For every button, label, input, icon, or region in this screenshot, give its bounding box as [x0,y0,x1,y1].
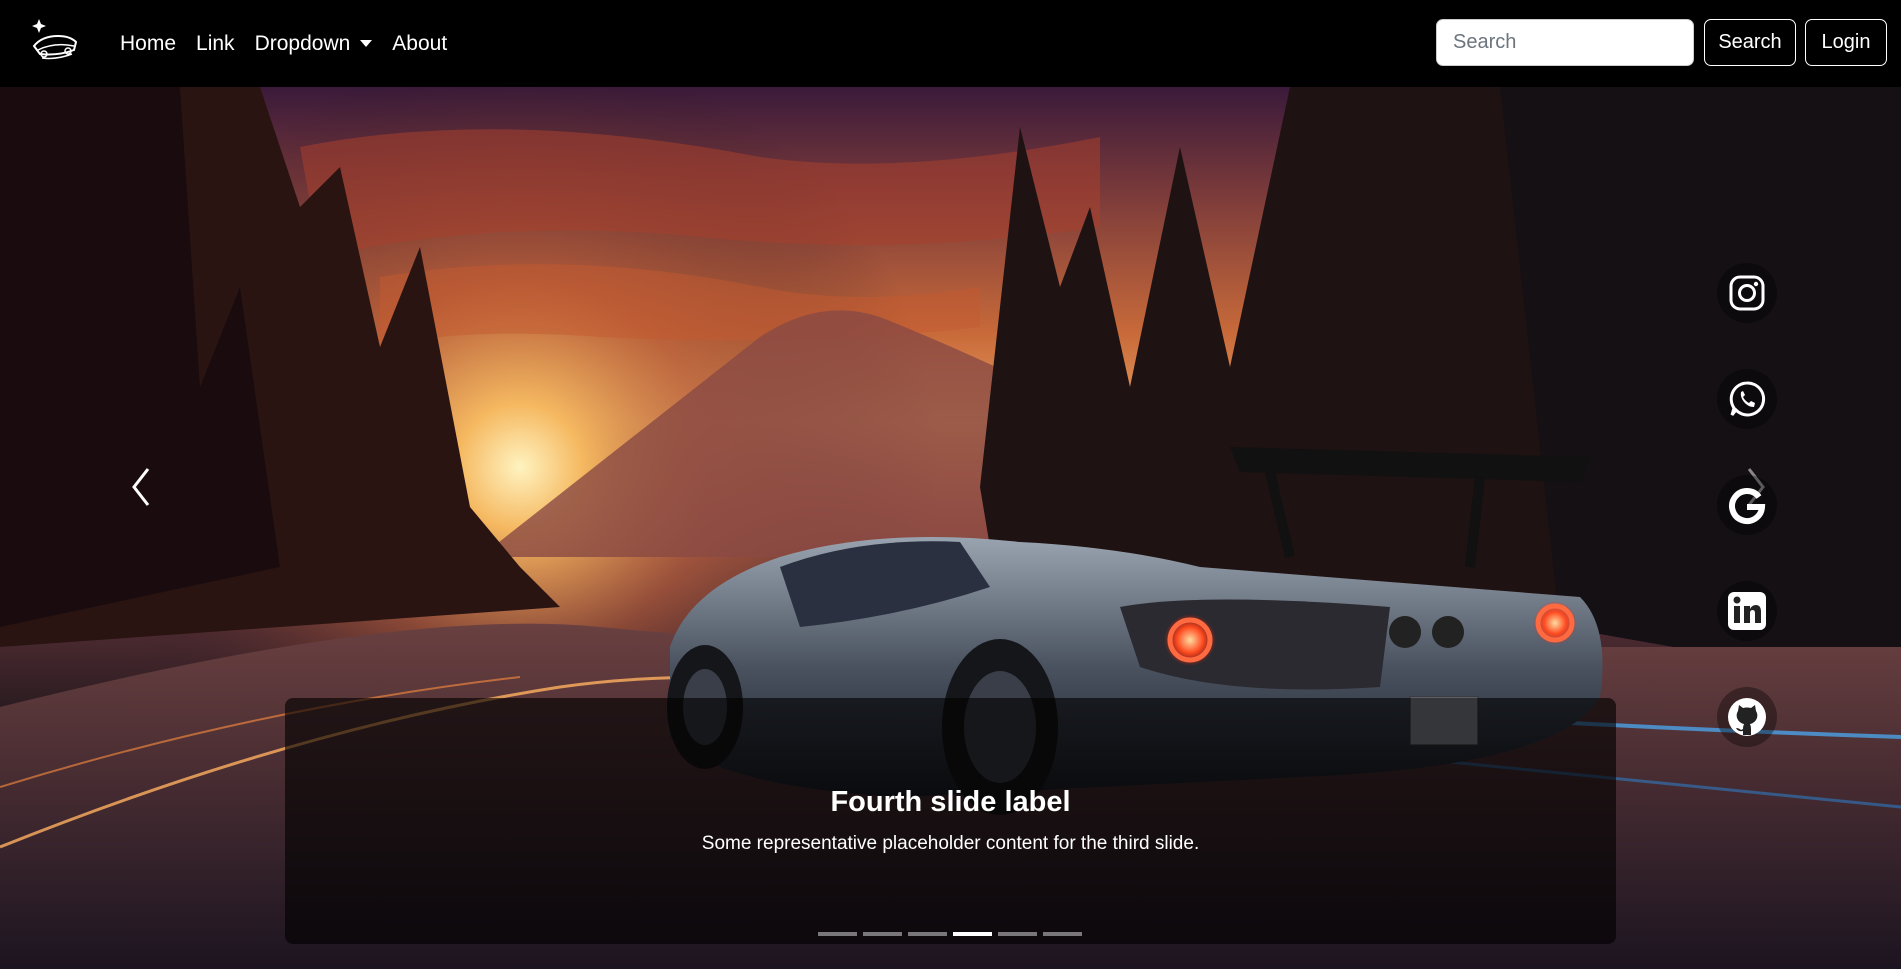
nav-link-link[interactable]: Link [196,32,235,56]
nav-link-about[interactable]: About [392,32,447,56]
search-input[interactable] [1436,19,1694,66]
carousel-indicator[interactable] [908,932,947,936]
linkedin-link[interactable] [1717,581,1777,641]
search-button[interactable]: Search [1704,19,1796,66]
whatsapp-link[interactable] [1717,369,1777,429]
login-button[interactable]: Login [1805,19,1887,66]
github-link[interactable] [1717,687,1777,747]
carousel-caption: Fourth slide label Some representative p… [285,698,1616,944]
navbar: Home Link Dropdown About Search Login [0,0,1901,87]
nav-link-home[interactable]: Home [120,32,176,56]
hero-carousel: Fourth slide label Some representative p… [0,87,1901,969]
google-icon [1729,488,1766,525]
carousel-indicator[interactable] [818,932,857,936]
carousel-indicator[interactable] [998,932,1037,936]
nav-dropdown[interactable]: Dropdown [255,32,373,56]
whatsapp-icon [1729,381,1766,417]
instagram-icon [1729,275,1765,311]
car-logo-icon[interactable] [28,16,80,68]
carousel-prev-button[interactable] [122,457,162,517]
slide-title: Fourth slide label [830,786,1071,818]
nav-links: Home Link Dropdown About [120,0,467,87]
google-link[interactable] [1717,475,1777,535]
linkedin-icon [1728,592,1766,630]
carousel-indicator-active[interactable] [953,932,992,936]
carousel-indicators [818,932,1082,936]
instagram-link[interactable] [1717,263,1777,323]
nav-dropdown-label: Dropdown [254,31,351,55]
carousel-indicator[interactable] [1043,932,1082,936]
chevron-left-icon [132,468,150,506]
caret-down-icon [360,40,373,47]
github-icon [1728,698,1766,736]
carousel-indicator[interactable] [863,932,902,936]
slide-text: Some representative placeholder content … [701,833,1200,854]
